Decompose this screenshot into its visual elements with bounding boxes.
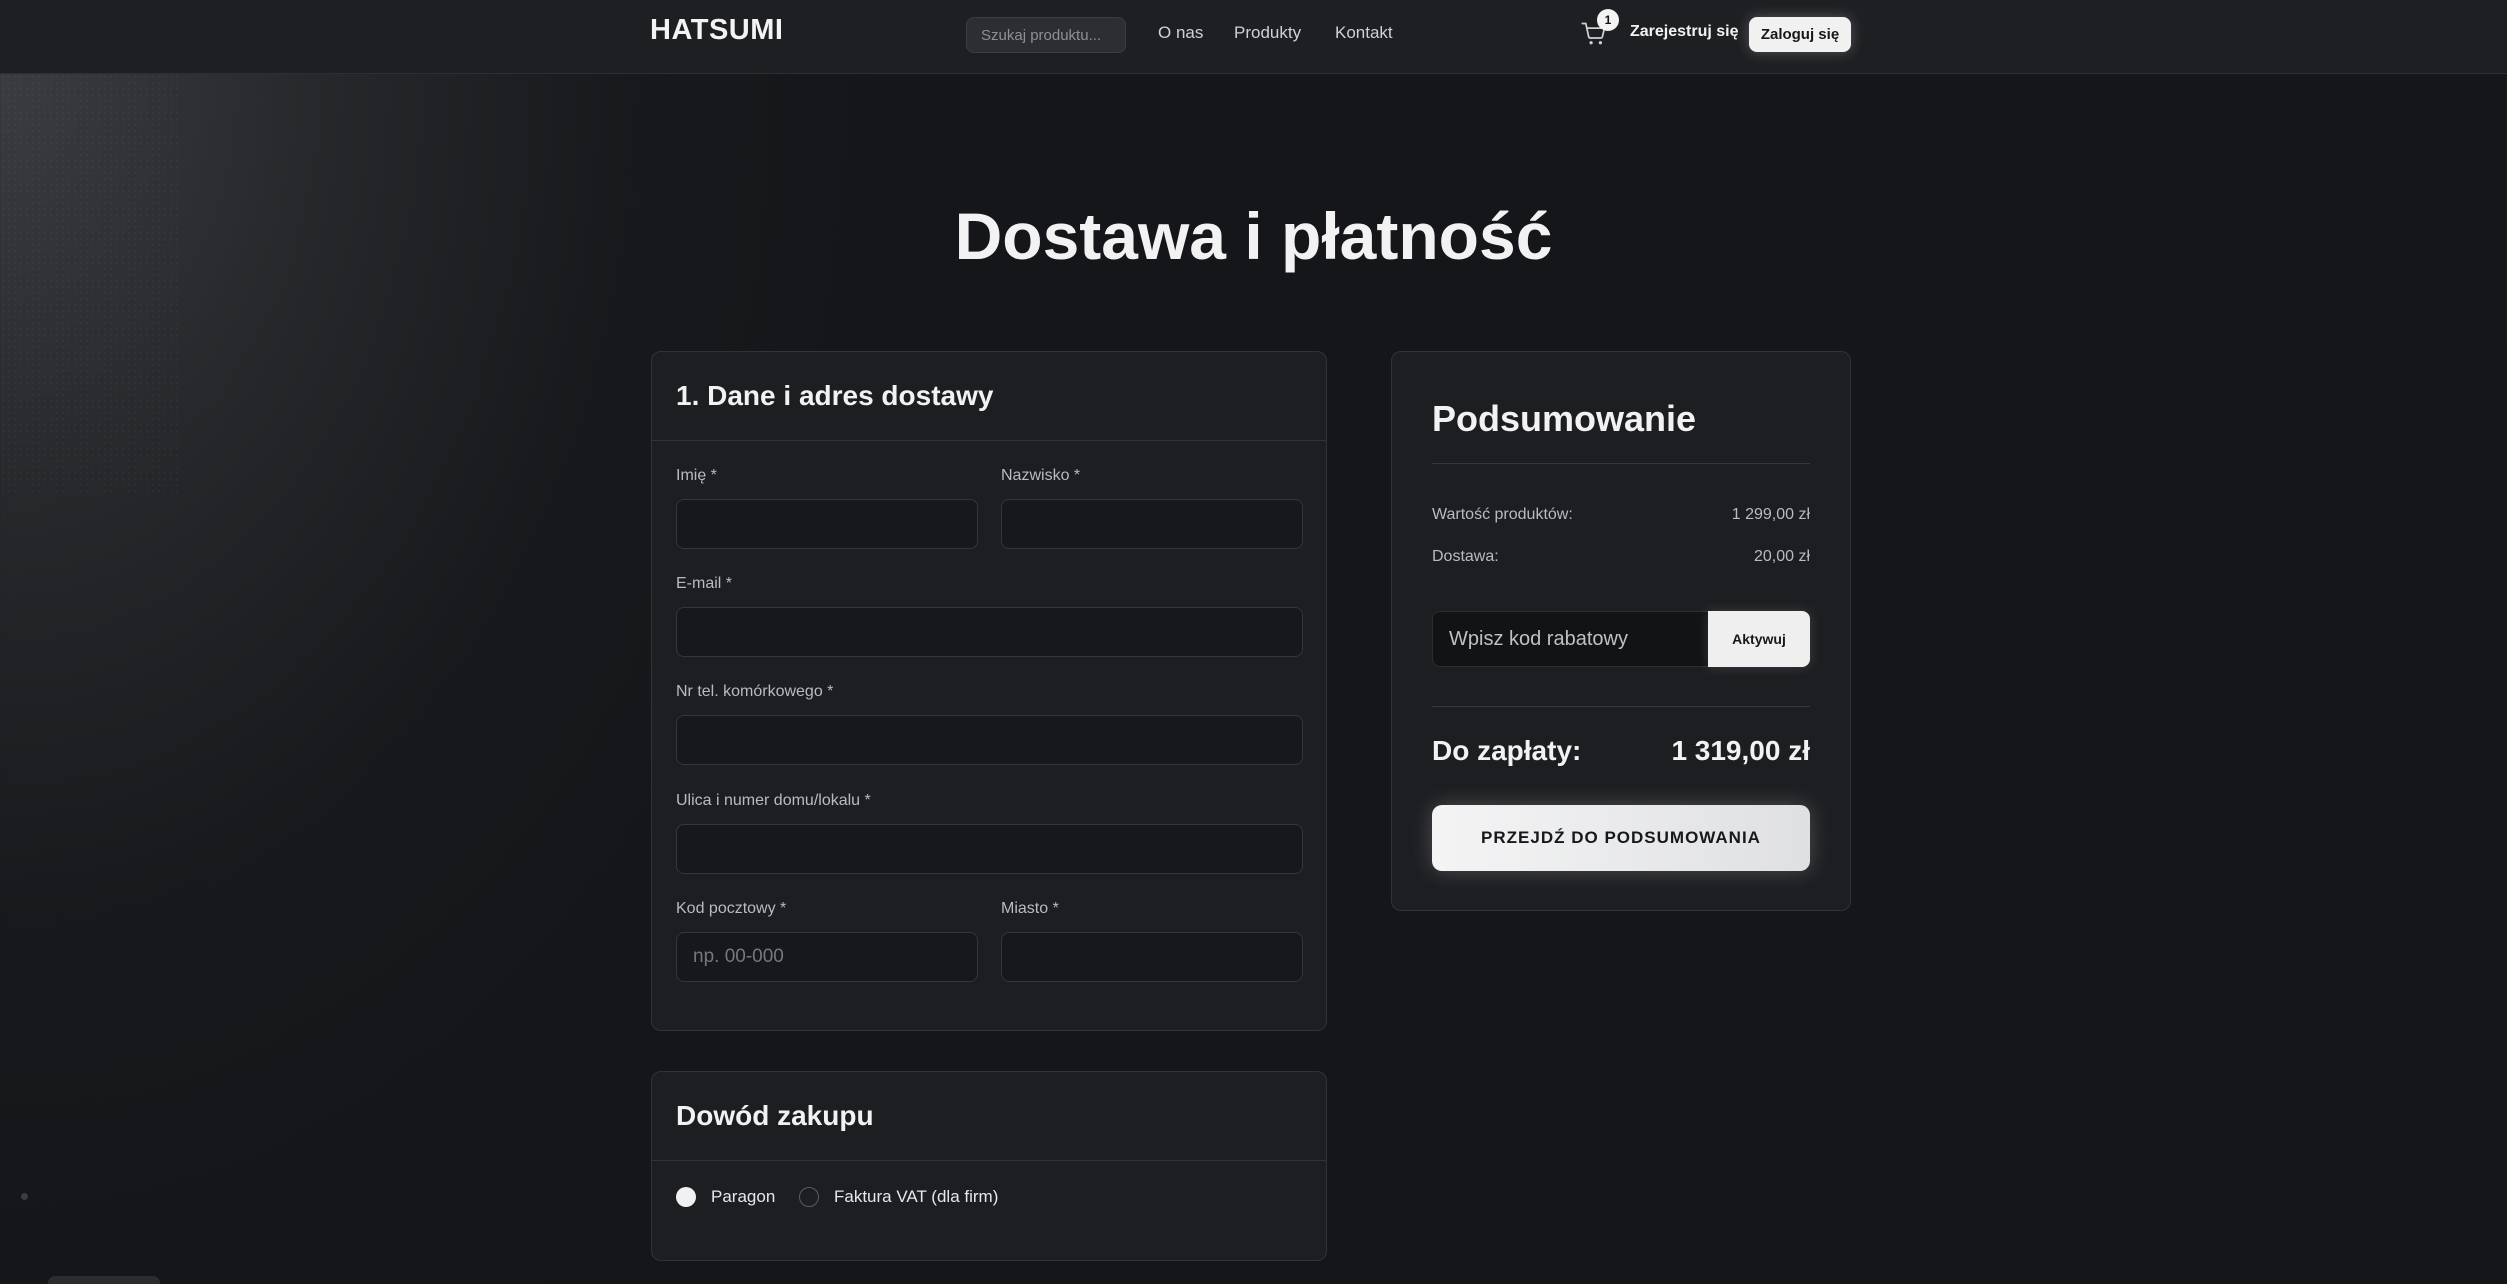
delivery-card: 1. Dane i adres dostawy Imię * Nazwisko … bbox=[651, 351, 1327, 1031]
nav-link-products[interactable]: Produkty bbox=[1234, 23, 1301, 43]
proof-card-title: Dowód zakupu bbox=[652, 1072, 1326, 1161]
last-name-label: Nazwisko * bbox=[1001, 467, 1081, 484]
summary-divider bbox=[1432, 463, 1810, 464]
city-label: Miasto * bbox=[1001, 900, 1059, 917]
total-label: Do zapłaty: bbox=[1432, 735, 1582, 766]
page-title: Dostawa i płatność bbox=[954, 199, 1553, 273]
first-name-field[interactable] bbox=[676, 499, 978, 549]
receipt-radio-label[interactable]: Paragon bbox=[711, 1187, 775, 1207]
shipping-label: Dostawa: bbox=[1432, 548, 1499, 565]
nav-link-about[interactable]: O nas bbox=[1158, 23, 1203, 43]
phone-field[interactable] bbox=[676, 715, 1303, 765]
top-navbar: HATSUMI O nas Produkty Kontakt 1 Zarejes… bbox=[0, 0, 2507, 74]
login-button[interactable]: Zaloguj się bbox=[1749, 17, 1851, 52]
first-name-label: Imię * bbox=[676, 467, 717, 484]
phone-label: Nr tel. komórkowego * bbox=[676, 683, 834, 700]
postal-code-field[interactable] bbox=[676, 932, 978, 982]
email-field[interactable] bbox=[676, 607, 1303, 657]
cart-count-badge: 1 bbox=[1597, 9, 1619, 31]
order-summary-card: Podsumowanie Wartość produktów: 1 299,00… bbox=[1391, 351, 1851, 911]
coupon-code-input[interactable] bbox=[1432, 611, 1708, 667]
postal-code-label: Kod pocztowy * bbox=[676, 900, 787, 917]
proof-of-purchase-card: Dowód zakupu Paragon Faktura VAT (dla fi… bbox=[651, 1071, 1327, 1261]
background-texture bbox=[0, 74, 180, 494]
invoice-radio[interactable] bbox=[799, 1187, 819, 1207]
receipt-radio[interactable] bbox=[676, 1187, 696, 1207]
shipping-amount: 20,00 zł bbox=[1753, 548, 1810, 565]
delivery-card-title: 1. Dane i adres dostawy bbox=[652, 352, 1326, 441]
search-input[interactable] bbox=[966, 17, 1126, 53]
brand-logo[interactable]: HATSUMI bbox=[650, 14, 783, 47]
last-name-field[interactable] bbox=[1001, 499, 1303, 549]
products-value-amount: 1 299,00 zł bbox=[1731, 506, 1810, 523]
street-label: Ulica i numer domu/lokalu * bbox=[676, 792, 871, 809]
summary-title: Podsumowanie bbox=[1432, 398, 1697, 439]
city-field[interactable] bbox=[1001, 932, 1303, 982]
corner-dot bbox=[21, 1193, 28, 1200]
proceed-to-summary-button[interactable]: PRZEJDŹ DO PODSUMOWANIA bbox=[1432, 805, 1810, 871]
summary-total-divider bbox=[1432, 706, 1810, 707]
nav-link-contact[interactable]: Kontakt bbox=[1335, 23, 1393, 43]
total-amount: 1 319,00 zł bbox=[1671, 735, 1810, 766]
street-field[interactable] bbox=[676, 824, 1303, 874]
email-label: E-mail * bbox=[676, 575, 733, 592]
products-value-label: Wartość produktów: bbox=[1432, 506, 1573, 523]
apply-coupon-button[interactable]: Aktywuj bbox=[1708, 611, 1810, 667]
invoice-radio-label[interactable]: Faktura VAT (dla firm) bbox=[834, 1187, 998, 1207]
register-link[interactable]: Zarejestruj się bbox=[1630, 23, 1739, 41]
corner-widget[interactable] bbox=[48, 1276, 160, 1284]
